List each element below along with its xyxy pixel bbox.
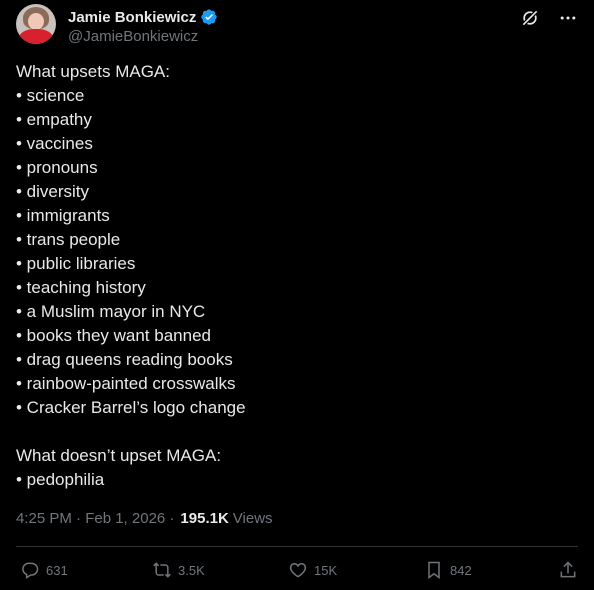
tweet-line: What upsets MAGA: bbox=[16, 62, 170, 81]
author-display-name[interactable]: Jamie Bonkiewicz bbox=[68, 9, 196, 26]
tweet-line: • rainbow-painted crosswalks bbox=[16, 374, 236, 393]
tweet-line: • a Muslim mayor in NYC bbox=[16, 302, 206, 321]
author-name-row: Jamie Bonkiewicz bbox=[68, 6, 218, 28]
more-icon[interactable] bbox=[558, 8, 578, 28]
like-icon bbox=[289, 562, 307, 578]
tweet-line: • drag queens reading books bbox=[16, 350, 233, 369]
tweet-text: What upsets MAGA: • science • empathy • … bbox=[16, 60, 576, 492]
avatar[interactable] bbox=[16, 4, 56, 44]
tweet-line: • teaching history bbox=[16, 278, 146, 297]
tweet-card: Jamie Bonkiewicz @JamieBonkiewicz What u… bbox=[0, 0, 594, 590]
share-icon bbox=[560, 561, 576, 578]
bookmark-icon bbox=[428, 561, 440, 579]
like-count: 15K bbox=[314, 562, 338, 578]
repost-count: 3.5K bbox=[178, 562, 205, 578]
reply-icon bbox=[22, 562, 39, 579]
tweet-meta: 4:25 PM · Feb 1, 2026 · 195.1K Views bbox=[16, 507, 273, 529]
timestamp[interactable]: 4:25 PM · Feb 1, 2026 · bbox=[16, 510, 174, 527]
tweet-line: • pedophilia bbox=[16, 470, 105, 489]
tweet-line: • pronouns bbox=[16, 158, 98, 177]
action-bar: 631 3.5K 15K 842 bbox=[16, 556, 578, 584]
verified-badge-icon bbox=[201, 9, 218, 25]
repost-icon bbox=[153, 562, 171, 578]
reply-button[interactable]: 631 bbox=[20, 556, 68, 584]
author-handle[interactable]: @JamieBonkiewicz bbox=[68, 28, 198, 45]
tweet-line: • diversity bbox=[16, 182, 90, 201]
tweet-line: • vaccines bbox=[16, 134, 93, 153]
divider bbox=[16, 546, 578, 547]
views-count[interactable]: 195.1K bbox=[180, 510, 228, 527]
bookmark-button[interactable]: 842 bbox=[424, 556, 472, 584]
tweet-line: • books they want banned bbox=[16, 326, 211, 345]
reply-count: 631 bbox=[46, 562, 68, 578]
tweet-line: • Cracker Barrel’s logo change bbox=[16, 398, 246, 417]
repost-button[interactable]: 3.5K bbox=[152, 556, 205, 584]
bookmark-count: 842 bbox=[450, 562, 472, 578]
tweet-line: • trans people bbox=[16, 230, 121, 249]
share-button[interactable] bbox=[558, 556, 578, 584]
tweet-line: • empathy bbox=[16, 110, 92, 129]
tweet-line: What doesn’t upset MAGA: bbox=[16, 446, 222, 465]
grok-icon[interactable] bbox=[520, 8, 540, 28]
tweet-header: Jamie Bonkiewicz @JamieBonkiewicz bbox=[16, 4, 578, 48]
tweet-line: • immigrants bbox=[16, 206, 110, 225]
tweet-line: • science bbox=[16, 86, 85, 105]
tweet-line: • public libraries bbox=[16, 254, 136, 273]
views-label: Views bbox=[232, 509, 273, 527]
like-button[interactable]: 15K bbox=[288, 556, 337, 584]
